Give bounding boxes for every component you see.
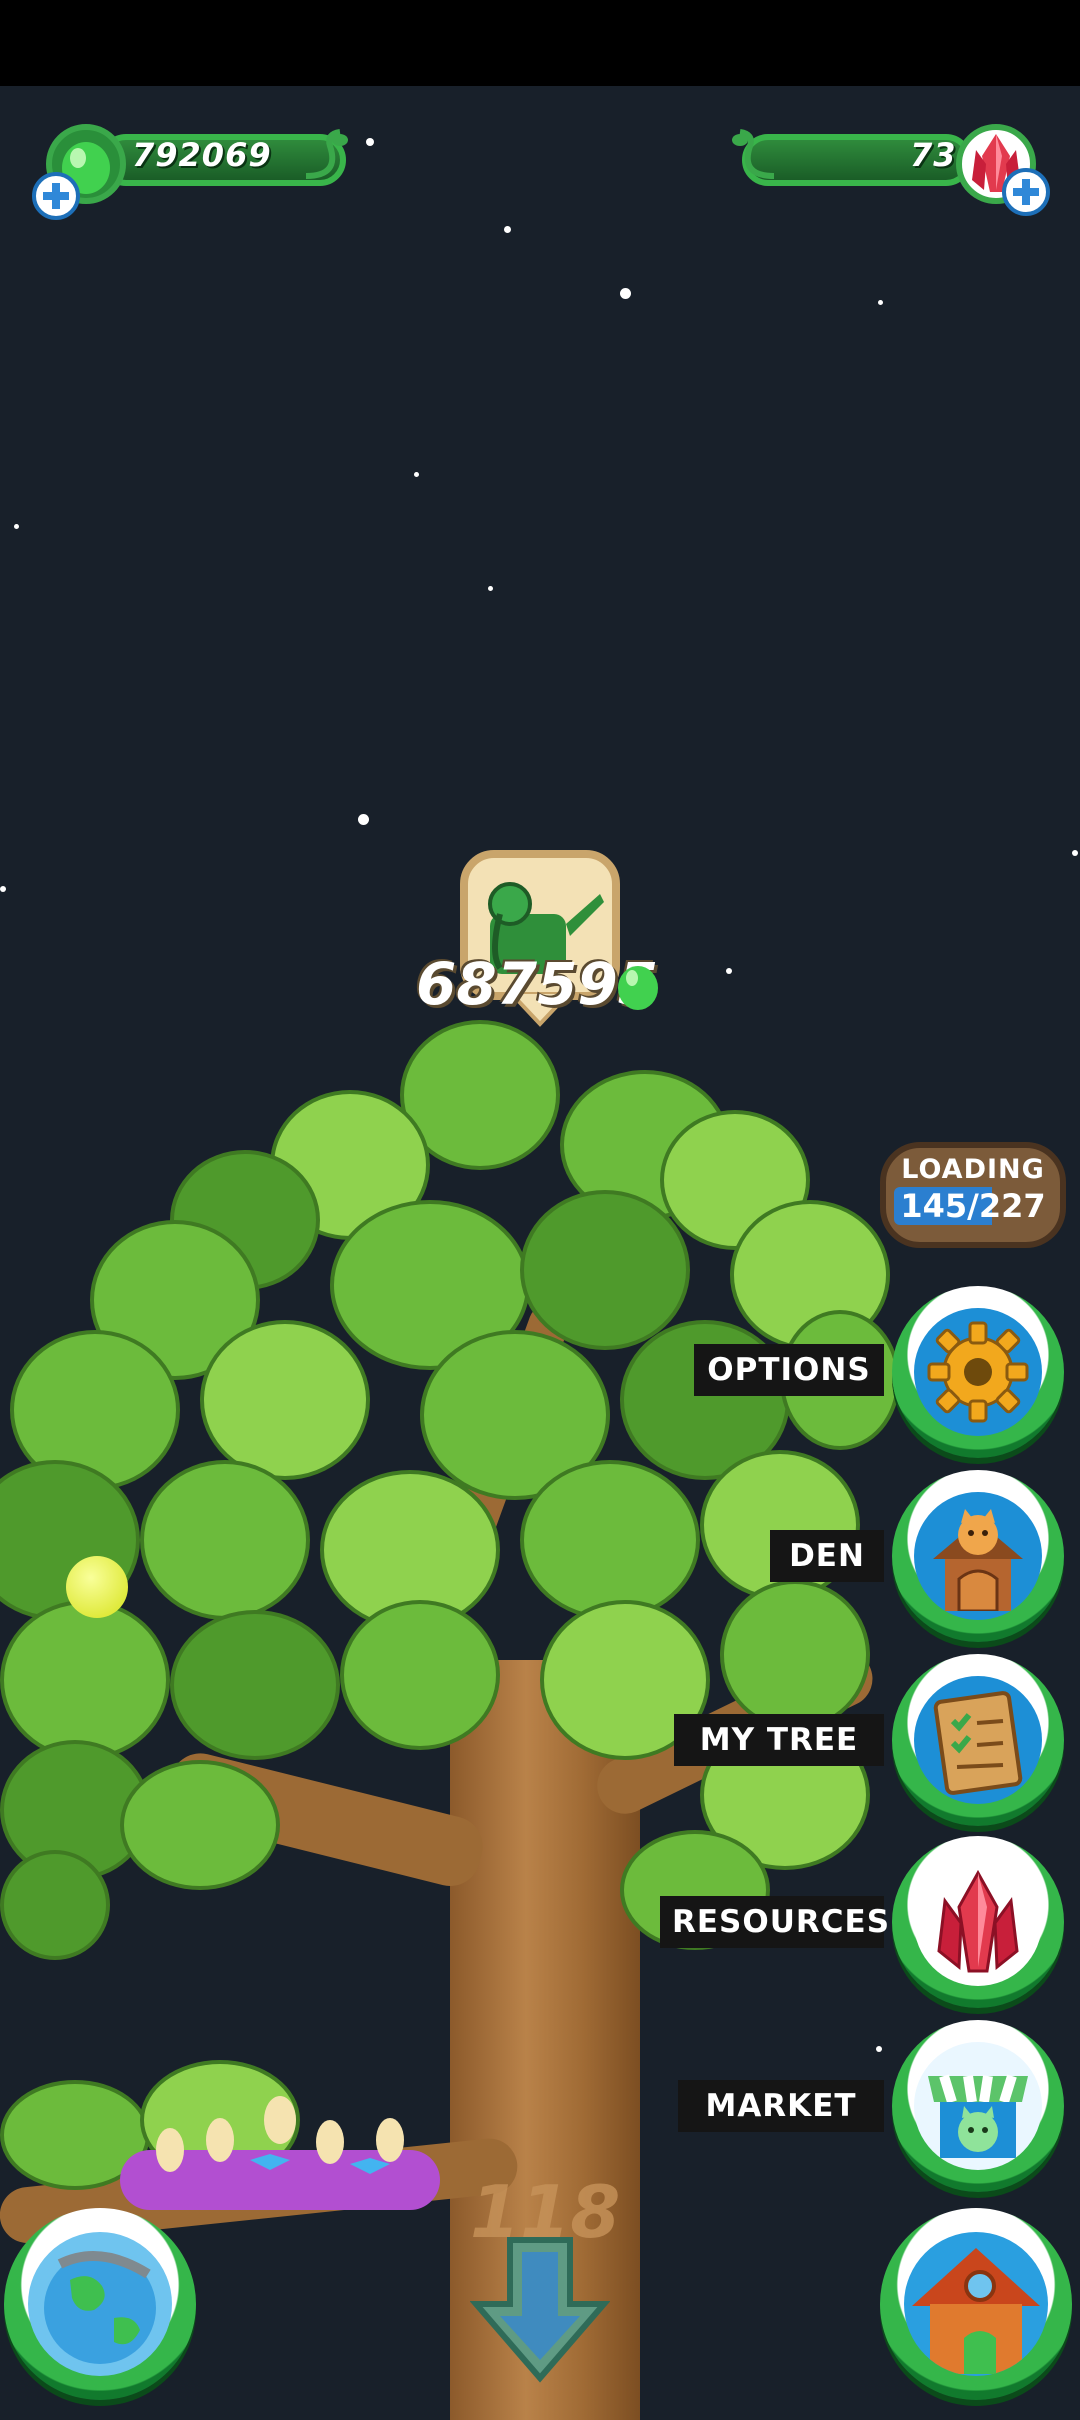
star (1072, 850, 1078, 856)
yellow-fruit[interactable] (66, 1556, 128, 1618)
status-bar (0, 0, 1080, 86)
options-label[interactable]: OPTIONS (694, 1344, 884, 1396)
my-tree-label[interactable]: MY TREE (674, 1714, 884, 1766)
star (14, 524, 19, 529)
den-label[interactable]: DEN (770, 1530, 884, 1582)
market-label[interactable]: MARKET (678, 2080, 884, 2132)
add-red-gems-button[interactable] (1002, 168, 1050, 216)
den-button[interactable] (892, 1470, 1064, 1642)
star (414, 472, 419, 477)
down-arrow-icon (469, 2237, 611, 2383)
tree-leaf (520, 1190, 690, 1350)
star (358, 814, 369, 825)
green-gem-icon (618, 966, 658, 1010)
star (0, 886, 6, 892)
tree-leaf (0, 1600, 170, 1760)
tree-leaf (120, 1760, 280, 1890)
loading-label: LOADING (901, 1154, 1045, 1185)
tree-leaf (340, 1600, 500, 1750)
star (878, 300, 883, 305)
star (504, 226, 511, 233)
add-green-currency-button[interactable] (32, 172, 80, 220)
cat-house-icon (933, 1509, 1023, 1611)
home-icon (912, 2248, 1040, 2374)
tree-leaf (200, 1320, 370, 1480)
tree-leaf (520, 1460, 700, 1620)
flower-cluster-icon (156, 2096, 404, 2174)
globe-button[interactable] (4, 2208, 196, 2400)
globe-icon (44, 2251, 156, 2364)
loading-indicator: LOADING 145/227 (880, 1142, 1066, 1248)
my-tree-button[interactable] (892, 1654, 1064, 1826)
star (726, 968, 732, 974)
market-button[interactable] (892, 2020, 1064, 2192)
star (366, 138, 374, 146)
vine-ornament-icon (305, 129, 348, 179)
resources-button[interactable] (892, 1836, 1064, 2008)
tree-leaf (140, 1460, 310, 1620)
vine-ornament-icon (732, 129, 775, 179)
star (620, 288, 631, 299)
home-button[interactable] (880, 2208, 1072, 2400)
tree-leaf (170, 1610, 340, 1760)
green-currency-value: 792069 (132, 136, 272, 174)
tree-leaf (720, 1580, 870, 1730)
star (876, 2046, 882, 2052)
loading-progress: 145/227 (894, 1187, 1052, 1225)
gear-icon (927, 1321, 1029, 1423)
checklist-board-icon (933, 1691, 1023, 1795)
red-crystal-icon (937, 1869, 1019, 1973)
star (488, 586, 493, 591)
resources-label[interactable]: RESOURCES (660, 1896, 889, 1948)
red-gems-value: 73 (910, 136, 957, 174)
market-stall-icon (928, 2074, 1028, 2158)
tree-leaf (0, 1850, 110, 1960)
options-button[interactable] (892, 1286, 1064, 1458)
scroll-down-button[interactable] (469, 2234, 611, 2384)
